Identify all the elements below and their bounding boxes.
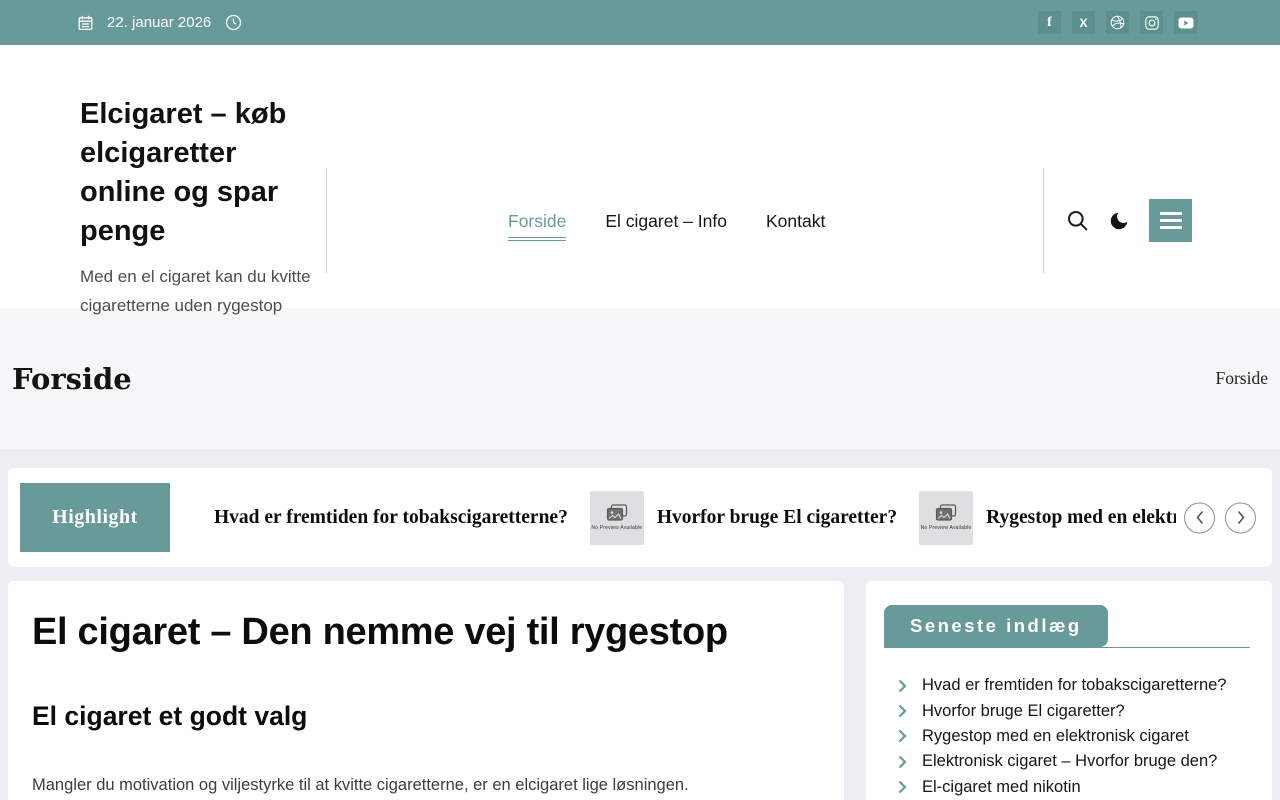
recent-post-link[interactable]: Hvad er fremtiden for tobakscigaretterne… bbox=[922, 676, 1227, 695]
post-thumbnail-placeholder[interactable]: No Preview Available bbox=[919, 490, 974, 545]
article-subtitle: El cigaret et godt valg bbox=[32, 701, 308, 731]
list-item: Elektronisk cigaret – Hvorfor bruge den? bbox=[898, 749, 1254, 774]
topbar-date-group: 22. januar 2026 bbox=[78, 14, 242, 31]
dribbble-icon[interactable] bbox=[1106, 11, 1129, 34]
clock-icon bbox=[225, 14, 242, 31]
list-item: Hvorfor bruge El cigaretter? bbox=[898, 698, 1254, 723]
recent-post-link[interactable]: Rygestop med en elektronisk cigaret bbox=[922, 727, 1189, 746]
highlight-item-2[interactable]: Hvorfor bruge El cigaretter? bbox=[657, 507, 897, 529]
main-article: El cigaret – Den nemme vej til rygestop … bbox=[8, 581, 844, 800]
instagram-icon[interactable] bbox=[1140, 11, 1163, 34]
topbar: 22. januar 2026 f X bbox=[0, 0, 1280, 45]
chevron-right-icon bbox=[898, 755, 907, 769]
thumbnail-caption: No Preview Available bbox=[920, 525, 972, 531]
content-area: El cigaret – Den nemme vej til rygestop … bbox=[8, 581, 1272, 800]
topbar-date: 22. januar 2026 bbox=[107, 14, 212, 31]
calendar-icon bbox=[78, 15, 93, 31]
breadcrumb[interactable]: Forside bbox=[1216, 368, 1269, 389]
list-item: El-cigaret med nikotin bbox=[898, 775, 1254, 800]
site-branding: Elcigaret – køb elcigaretter online og s… bbox=[80, 95, 318, 321]
header-divider-right bbox=[1043, 168, 1044, 273]
social-links: f X bbox=[1038, 11, 1197, 34]
nav-item-kontakt[interactable]: Kontakt bbox=[766, 211, 825, 232]
nav-item-el-cigaret-info[interactable]: El cigaret – Info bbox=[605, 211, 727, 232]
page-title-strip: Forside Forside bbox=[0, 308, 1280, 449]
recent-post-link[interactable]: El-cigaret med nikotin bbox=[922, 778, 1081, 797]
sidebar: Seneste indlæg Hvad er fremtiden for tob… bbox=[866, 581, 1272, 800]
chevron-right-icon bbox=[898, 679, 907, 692]
x-twitter-icon[interactable]: X bbox=[1072, 11, 1095, 34]
post-thumbnail-placeholder[interactable]: No Preview Available bbox=[589, 490, 644, 545]
article-title: El cigaret – Den nemme vej til rygestop bbox=[32, 611, 728, 653]
site-title[interactable]: Elcigaret – køb elcigaretter online og s… bbox=[80, 95, 318, 250]
header-tools bbox=[1066, 199, 1192, 242]
chevron-right-icon bbox=[898, 780, 907, 794]
recent-post-link[interactable]: Hvorfor bruge El cigaretter? bbox=[922, 702, 1125, 721]
search-icon[interactable] bbox=[1066, 209, 1089, 232]
recent-post-link[interactable]: Elektronisk cigaret – Hvorfor bruge den? bbox=[922, 752, 1217, 771]
list-item: Hvad er fremtiden for tobakscigaretterne… bbox=[898, 673, 1254, 698]
nav-item-forside[interactable]: Forside bbox=[508, 211, 567, 241]
chevron-right-icon bbox=[898, 730, 907, 743]
dark-mode-moon-icon[interactable] bbox=[1108, 210, 1130, 232]
header-divider-left bbox=[326, 168, 327, 273]
sidebar-widget-title: Seneste indlæg bbox=[884, 605, 1108, 647]
hamburger-menu-button[interactable] bbox=[1149, 199, 1192, 242]
carousel-prev-icon[interactable] bbox=[1184, 502, 1215, 533]
youtube-icon[interactable] bbox=[1174, 11, 1197, 34]
article-paragraph: Mangler du motivation og viljestyrke til… bbox=[32, 776, 689, 794]
page-title: Forside bbox=[12, 361, 132, 396]
carousel-next-icon[interactable] bbox=[1225, 502, 1256, 533]
sidebar-widget-header: Seneste indlæg bbox=[884, 605, 1250, 648]
highlight-carousel: Highlight Hvad er fremtiden for tobaksci… bbox=[8, 468, 1272, 567]
chevron-right-icon bbox=[898, 704, 907, 718]
highlight-item-3[interactable]: Rygestop med en elektronisk cigaret bbox=[986, 507, 1176, 529]
highlight-label: Highlight bbox=[20, 483, 170, 552]
site-header: Elcigaret – køb elcigaretter online og s… bbox=[0, 45, 1280, 315]
thumbnail-caption: No Preview Available bbox=[591, 525, 643, 531]
list-item: Rygestop med en elektronisk cigaret bbox=[898, 724, 1254, 749]
highlight-item-1[interactable]: Hvad er fremtiden for tobakscigaretterne… bbox=[214, 507, 568, 529]
facebook-icon[interactable]: f bbox=[1038, 11, 1061, 34]
main-nav: Forside El cigaret – Info Kontakt bbox=[508, 211, 825, 241]
carousel-controls bbox=[1176, 502, 1256, 533]
highlight-track: Hvad er fremtiden for tobakscigaretterne… bbox=[214, 490, 1176, 545]
site-tagline: Med en el cigaret kan du kvitte cigarett… bbox=[80, 267, 311, 316]
recent-posts-list: Hvad er fremtiden for tobakscigaretterne… bbox=[884, 673, 1254, 800]
